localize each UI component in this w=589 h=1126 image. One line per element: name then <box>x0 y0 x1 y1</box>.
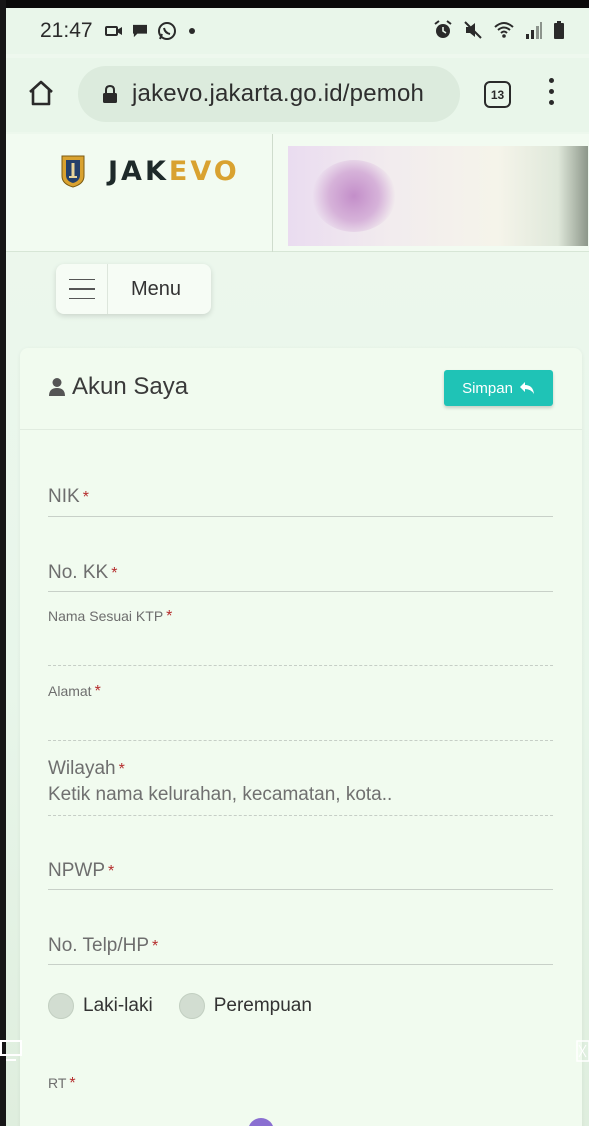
message-icon <box>132 24 147 38</box>
required-mark: * <box>94 683 101 700</box>
hamburger-icon <box>56 264 108 314</box>
required-mark: * <box>118 761 125 778</box>
system-icons <box>433 20 565 40</box>
card-title: Akun Saya <box>72 373 189 400</box>
required-mark: * <box>166 608 173 625</box>
phone-screen: 21:47 jakevo.jakarta.go.id/pemoh 13 JAKE… <box>0 0 589 1126</box>
jakarta-emblem-icon <box>61 155 85 188</box>
npwp-underline <box>48 889 553 890</box>
rt-field[interactable]: RT * <box>48 1075 553 1093</box>
required-mark: * <box>82 489 89 506</box>
browser-toolbar: jakevo.jakarta.go.id/pemoh 13 <box>6 58 589 132</box>
logo-text: JAKEVO <box>108 155 240 187</box>
nik-label: NIK <box>48 486 80 507</box>
dot-icon <box>188 28 195 34</box>
url-text: jakevo.jakarta.go.id/pemoh <box>132 80 425 107</box>
menu-label: Menu <box>131 277 182 300</box>
radio-label-perempuan[interactable]: Perempuan <box>214 995 312 1017</box>
whatsapp-icon <box>157 22 176 40</box>
more-options-icon[interactable] <box>546 78 556 108</box>
nik-field[interactable]: NIK * <box>48 486 553 508</box>
nik-underline <box>48 516 553 517</box>
gender-radio-group: Laki-laki Perempuan <box>48 993 338 1019</box>
save-button-label: Simpan <box>462 379 513 397</box>
expand-edge-icon[interactable] <box>576 1040 589 1062</box>
screen-edge-icon[interactable] <box>0 1040 24 1064</box>
site-header: JAKEVO <box>6 134 589 252</box>
status-bar: 21:47 <box>6 8 589 54</box>
wilayah-field[interactable]: Wilayah * Ketik nama kelurahan, kecamatan… <box>48 758 553 806</box>
radio-label-laki-laki[interactable]: Laki-laki <box>83 995 153 1017</box>
required-mark: * <box>152 938 159 955</box>
kk-field[interactable]: No. KK * <box>48 562 553 584</box>
telp-label: No. Telp/HP <box>48 935 150 956</box>
site-logo[interactable]: JAKEVO <box>60 154 240 188</box>
kk-underline <box>48 591 553 592</box>
address-bar[interactable]: jakevo.jakarta.go.id/pemoh <box>78 66 460 122</box>
radio-perempuan[interactable] <box>178 993 205 1019</box>
wifi-icon <box>494 22 514 38</box>
top-border <box>0 0 589 8</box>
rt-label: RT <box>48 1075 67 1091</box>
required-mark: * <box>69 1075 76 1092</box>
nama-underline <box>48 665 553 666</box>
signal-icon <box>526 22 542 39</box>
wilayah-placeholder: Ketik nama kelurahan, kecamatan, kota.. <box>48 784 393 805</box>
notification-icons <box>104 21 199 41</box>
alamat-label: Alamat <box>48 683 92 699</box>
alarm-icon <box>434 20 452 38</box>
save-button[interactable]: Simpan <box>444 370 553 406</box>
wilayah-underline <box>48 815 553 816</box>
lock-icon <box>103 84 117 103</box>
home-icon[interactable] <box>26 78 56 108</box>
telp-underline <box>48 964 553 965</box>
required-mark: * <box>108 863 115 880</box>
radio-laki-laki[interactable] <box>48 993 74 1019</box>
npwp-field[interactable]: NPWP * <box>48 860 553 882</box>
nama-label: Nama Sesuai KTP <box>48 608 164 624</box>
wilayah-label: Wilayah <box>48 758 116 779</box>
header-banner-image <box>288 146 588 246</box>
alamat-underline <box>48 740 553 741</box>
account-card: Akun Saya Simpan NIK * No. KK * Nama Sesua… <box>20 348 582 1126</box>
alamat-field[interactable]: Alamat * <box>48 683 553 701</box>
user-icon <box>49 378 65 396</box>
kk-label: No. KK <box>48 562 109 583</box>
status-time: 21:47 <box>40 19 93 42</box>
reply-arrow-icon <box>519 382 534 394</box>
battery-icon <box>554 21 564 39</box>
telp-field[interactable]: No. Telp/HP * <box>48 935 553 957</box>
required-mark: * <box>111 565 118 582</box>
npwp-label: NPWP <box>48 860 105 881</box>
card-header: Akun Saya Simpan <box>20 348 582 430</box>
video-icon <box>104 26 122 36</box>
mute-icon <box>464 21 482 39</box>
tab-switcher-button[interactable]: 13 <box>484 81 511 108</box>
nama-field[interactable]: Nama Sesuai KTP * <box>48 608 553 626</box>
header-divider <box>272 134 273 252</box>
menu-button[interactable]: Menu <box>56 264 211 314</box>
